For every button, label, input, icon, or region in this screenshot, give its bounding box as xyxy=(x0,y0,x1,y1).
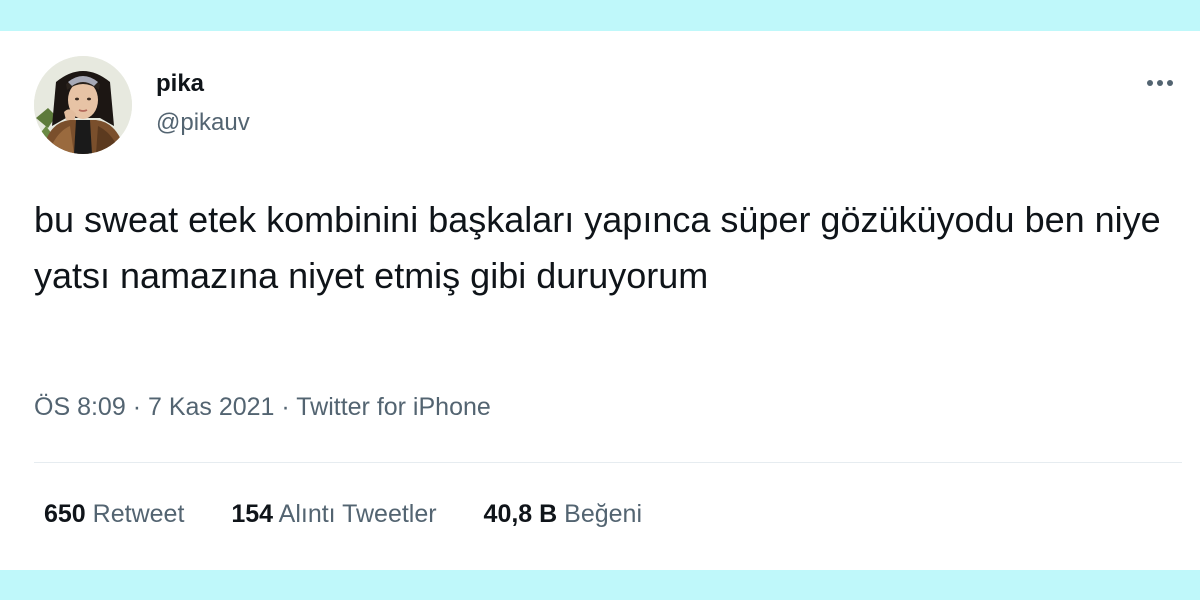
username-handle[interactable]: @pikauv xyxy=(156,109,250,137)
meta-separator: · xyxy=(132,393,142,421)
tweet-date[interactable]: 7 Kas 2021 xyxy=(148,393,275,421)
engagement-stats: 650 Retweet 154 Alıntı Tweetler 40,8 B B… xyxy=(44,500,642,529)
display-name[interactable]: pika xyxy=(156,70,204,98)
retweets-label: Retweet xyxy=(92,500,185,528)
tweet-text: bu sweat etek kombinini başkaları yapınc… xyxy=(34,199,1161,296)
more-horizontal-icon xyxy=(1147,80,1173,86)
avatar[interactable] xyxy=(34,56,132,154)
meta-separator: · xyxy=(281,393,290,421)
tweet-source[interactable]: Twitter for iPhone xyxy=(296,393,491,421)
likes-label: Beğeni xyxy=(564,500,643,528)
tweet-metadata: ÖS 8:09 · 7 Kas 2021 · Twitter for iPhon… xyxy=(34,393,491,422)
tweet-card: pika @pikauv bu sweat etek kombinini baş… xyxy=(0,31,1200,570)
quote-tweets-stat[interactable]: 154 Alıntı Tweetler xyxy=(231,500,436,529)
quote-tweets-count: 154 xyxy=(231,500,274,528)
likes-count: 40,8 B xyxy=(483,500,558,528)
avatar-image xyxy=(34,56,132,154)
retweets-count: 650 xyxy=(44,500,86,528)
likes-stat[interactable]: 40,8 B Beğeni xyxy=(484,500,642,529)
quote-tweets-label: Alıntı Tweetler xyxy=(278,500,437,528)
more-options-button[interactable] xyxy=(1140,71,1180,95)
divider xyxy=(34,462,1182,463)
tweet-time[interactable]: ÖS 8:09 xyxy=(34,393,126,421)
retweets-stat[interactable]: 650 Retweet xyxy=(44,500,184,529)
